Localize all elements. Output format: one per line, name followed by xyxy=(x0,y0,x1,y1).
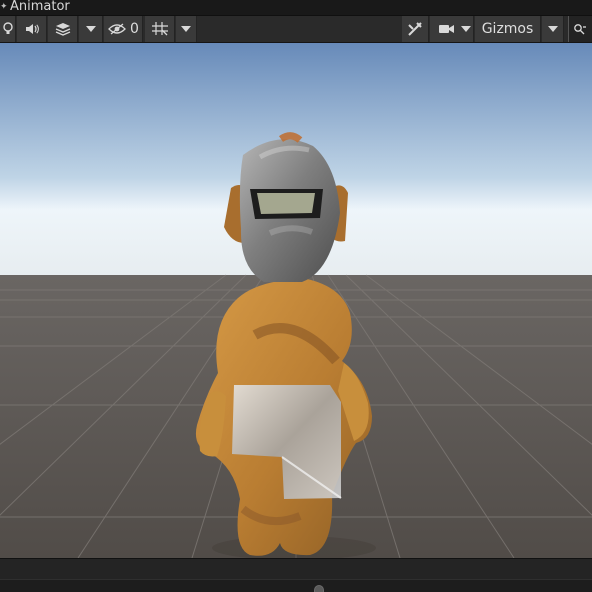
tab-title[interactable]: Animator xyxy=(10,0,70,15)
speaker-icon xyxy=(24,22,40,36)
layers-icon xyxy=(54,22,72,36)
scene-audio-toggle[interactable] xyxy=(17,16,47,42)
helmet-visor xyxy=(257,193,315,214)
grid-snap-icon xyxy=(151,21,169,37)
chevron-down-icon xyxy=(547,26,558,32)
scene-viewport[interactable] xyxy=(0,43,592,558)
gizmos-button[interactable]: Gizmos xyxy=(475,16,541,42)
camera-settings[interactable] xyxy=(430,16,474,42)
camera-icon xyxy=(438,23,455,35)
scene-toolbar: 0 Gizmos xyxy=(0,16,592,43)
scene-render[interactable] xyxy=(0,43,592,558)
grid-toggle[interactable] xyxy=(145,16,175,42)
scene-lighting-toggle[interactable] xyxy=(0,16,16,42)
scene-visibility-toggle[interactable]: 0 xyxy=(104,16,143,42)
tools-button[interactable] xyxy=(402,16,429,42)
lightbulb-icon xyxy=(2,22,13,36)
animator-icon: ✦ xyxy=(0,2,8,12)
tools-icon xyxy=(407,21,423,37)
chevron-down-icon xyxy=(85,26,96,32)
gizmos-label: Gizmos xyxy=(481,21,534,37)
animator-window: ✦ Animator 0 Gizmos xyxy=(0,0,592,592)
tab-bar: ✦ Animator xyxy=(0,0,592,16)
slider-handle[interactable] xyxy=(314,585,324,592)
scene-effects-dropdown[interactable] xyxy=(79,16,103,42)
search-scene[interactable] xyxy=(568,16,592,42)
grid-dropdown[interactable] xyxy=(176,16,197,42)
chevron-down-icon xyxy=(181,26,191,32)
scene-effects-toggle[interactable] xyxy=(48,16,78,42)
eye-slash-icon xyxy=(108,23,126,35)
search-icon xyxy=(573,23,587,35)
animator-bottom-panel xyxy=(0,558,592,592)
timeline-scrollbar[interactable] xyxy=(0,579,592,592)
chevron-down-icon xyxy=(461,26,471,32)
hidden-objects-count: 0 xyxy=(130,21,139,37)
gizmos-dropdown[interactable] xyxy=(542,16,564,42)
